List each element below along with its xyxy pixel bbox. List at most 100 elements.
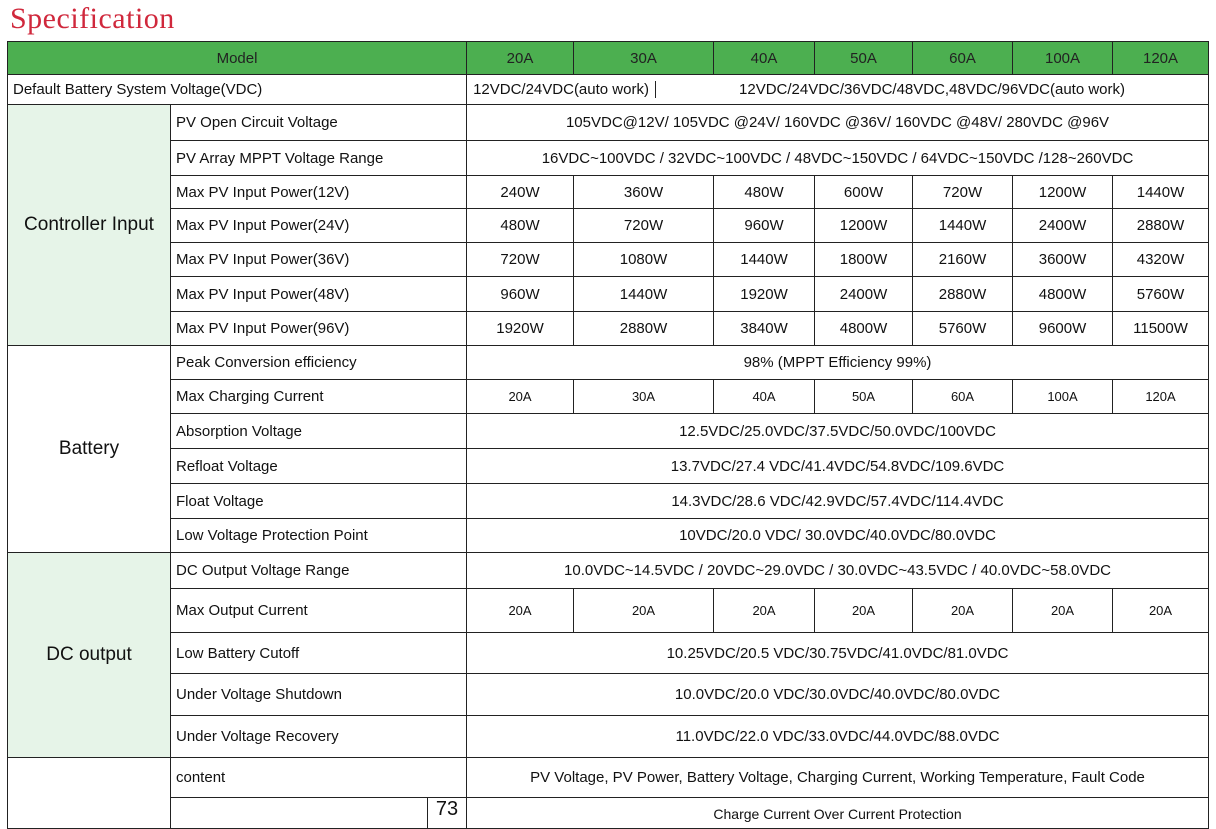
row-label: Under Voltage Shutdown	[169, 673, 468, 716]
header-row: Model 20A 30A 40A 50A 60A 100A 120A	[6, 41, 1210, 75]
cell-value: 100A	[1012, 379, 1114, 414]
spec-row: Low Battery Cutoff 10.25VDC/20.5 VDC/30.7…	[8, 632, 1210, 674]
group-label: DC output	[7, 552, 171, 758]
cell-value: 1920W	[466, 311, 575, 346]
cell-value: 4800W	[1012, 276, 1114, 312]
cell-value: 20A	[466, 379, 575, 414]
cell-value: 2160W	[912, 242, 1014, 277]
spec-row: Max Output Current 20A 20A 20A 20A 20A 20A 20A	[8, 588, 1210, 633]
cell-value: 1440W	[1112, 175, 1210, 209]
cell-value: 2880W	[573, 311, 715, 346]
cell-value: 1920W	[713, 276, 816, 312]
default-voltage-values: 12VDC/24VDC(auto work) 12VDC/24VDC/36VDC/…	[466, 74, 1210, 105]
model-column-header: 120A	[1112, 41, 1210, 75]
cell-value: 480W	[466, 208, 575, 243]
spec-row: Battery Peak Conversion efficiency 98% (MP…	[7, 345, 1210, 553]
cell-value: 40A	[713, 379, 816, 414]
cell-value: 4800W	[814, 311, 914, 346]
cell-value: 1440W	[713, 242, 816, 277]
spec-row: Float Voltage 14.3VDC/28.6 VDC/42.9VDC/57…	[8, 483, 1210, 519]
row-value: Charge Current Over Current Protection	[466, 797, 1210, 829]
model-column-header: 50A	[814, 41, 914, 75]
row-label: Max PV Input Power(96V)	[169, 311, 468, 346]
cell-value: 240W	[466, 175, 575, 209]
cell-value: 3600W	[1012, 242, 1114, 277]
row-label: Under Voltage Recovery	[169, 715, 468, 758]
row-value: 11.0VDC/22.0 VDC/33.0VDC/44.0VDC/88.0VDC	[466, 715, 1210, 758]
cell-value: 720W	[573, 208, 715, 243]
group-label: Battery	[7, 345, 171, 553]
spec-row: Absorption Voltage 12.5VDC/25.0VDC/37.5VD…	[8, 413, 1210, 449]
page-number: 73	[435, 798, 459, 821]
cell-value: 960W	[466, 276, 575, 312]
row-label: Max PV Input Power(36V)	[169, 242, 468, 277]
row-label: Max Charging Current	[169, 379, 468, 414]
cell-value: 2400W	[814, 276, 914, 312]
cell-value: 20A	[573, 588, 715, 633]
protection-row: 73 Charge Current Over Current Protection	[8, 797, 1210, 829]
spec-table: Model 20A 30A 40A 50A 60A 100A 120A Default Batt…	[6, 41, 1210, 829]
content-row: content PV Voltage, PV Power, Battery Vol…	[7, 757, 1210, 829]
cell-value: 30A	[573, 379, 715, 414]
cell-value: 20A	[912, 588, 1014, 633]
row-label: Float Voltage	[169, 483, 468, 519]
row-label: Refloat Voltage	[169, 448, 468, 484]
cell-value: 1080W	[573, 242, 715, 277]
group-label: Controller Input	[7, 104, 171, 346]
row-label: Default Battery System Voltage(VDC)	[6, 74, 468, 105]
value-20a: 12VDC/24VDC(auto work)	[468, 81, 657, 98]
spec-row: Max PV Input Power(36V) 720W 1080W 1440W 180…	[8, 242, 1210, 277]
row-label: Max PV Input Power(24V)	[169, 208, 468, 243]
row-value: PV Voltage, PV Power, Battery Voltage, C…	[466, 757, 1210, 798]
cell-value: 1800W	[814, 242, 914, 277]
spec-row: Low Voltage Protection Point 10VDC/20.0 V…	[8, 518, 1210, 553]
spec-row: Max PV Input Power(48V) 960W 1440W 1920W 240…	[8, 276, 1210, 312]
cell-value: 120A	[1112, 379, 1210, 414]
row-value: 10.0VDC/20.0 VDC/30.0VDC/40.0VDC/80.0VDC	[466, 673, 1210, 716]
value-other-models: 12VDC/24VDC/36VDC/48VDC,48VDC/96VDC(auto…	[739, 81, 1126, 98]
row-label: 73	[169, 797, 468, 829]
row-label: content	[169, 757, 468, 798]
spec-row: Max Charging Current 20A 30A 40A 50A 60A 100A 1…	[8, 379, 1210, 414]
model-column-header: 20A	[466, 41, 575, 75]
row-label: Max PV Input Power(12V)	[169, 175, 468, 209]
row-label: Peak Conversion efficiency	[169, 345, 468, 380]
cell-value: 2400W	[1012, 208, 1114, 243]
cell-value: 360W	[573, 175, 715, 209]
cell-value: 11500W	[1112, 311, 1210, 346]
cell-value: 3840W	[713, 311, 816, 346]
cell-value: 1200W	[1012, 175, 1114, 209]
cell-value: 20A	[466, 588, 575, 633]
model-column-header: 40A	[713, 41, 816, 75]
cell-value: 480W	[713, 175, 816, 209]
cell-value: 720W	[912, 175, 1014, 209]
row-value: 105VDC@12V/ 105VDC @24V/ 160VDC @36V/ 16…	[466, 104, 1210, 141]
cell-value: 5760W	[1112, 276, 1210, 312]
spec-row: DC output DC Output Voltage Range 10.0VDC~…	[7, 552, 1210, 758]
cell-value: 60A	[912, 379, 1014, 414]
spec-row: Under Voltage Recovery 11.0VDC/22.0 VDC/3…	[8, 715, 1210, 758]
spec-row: Max PV Input Power(24V) 480W 720W 960W 1200W…	[8, 208, 1210, 243]
cell-value: 960W	[713, 208, 816, 243]
row-value: 10VDC/20.0 VDC/ 30.0VDC/40.0VDC/80.0VDC	[466, 518, 1210, 553]
model-header: Model	[6, 41, 468, 75]
row-label: Max Output Current	[169, 588, 468, 633]
row-value: 13.7VDC/27.4 VDC/41.4VDC/54.8VDC/109.6VD…	[466, 448, 1210, 484]
row-label: Low Voltage Protection Point	[169, 518, 468, 553]
row-value: 10.25VDC/20.5 VDC/30.75VDC/41.0VDC/81.0V…	[466, 632, 1210, 674]
cell-value: 1440W	[573, 276, 715, 312]
row-value: 16VDC~100VDC / 32VDC~100VDC / 48VDC~150V…	[466, 140, 1210, 176]
default-voltage-row: Default Battery System Voltage(VDC) 12VDC…	[6, 74, 1210, 105]
row-label: Absorption Voltage	[169, 413, 468, 449]
cell-value: 2880W	[1112, 208, 1210, 243]
model-column-header: 100A	[1012, 41, 1114, 75]
row-label: Max PV Input Power(48V)	[169, 276, 468, 312]
row-value: 10.0VDC~14.5VDC / 20VDC~29.0VDC / 30.0VD…	[466, 552, 1210, 589]
row-value: 14.3VDC/28.6 VDC/42.9VDC/57.4VDC/114.4VD…	[466, 483, 1210, 519]
cell-value: 1440W	[912, 208, 1014, 243]
spec-row: Refloat Voltage 13.7VDC/27.4 VDC/41.4VDC/…	[8, 448, 1210, 484]
cell-value: 50A	[814, 379, 914, 414]
page-title: Specification	[10, 2, 175, 35]
cell-value: 5760W	[912, 311, 1014, 346]
spec-row: PV Array MPPT Voltage Range 16VDC~100VDC …	[8, 140, 1210, 176]
